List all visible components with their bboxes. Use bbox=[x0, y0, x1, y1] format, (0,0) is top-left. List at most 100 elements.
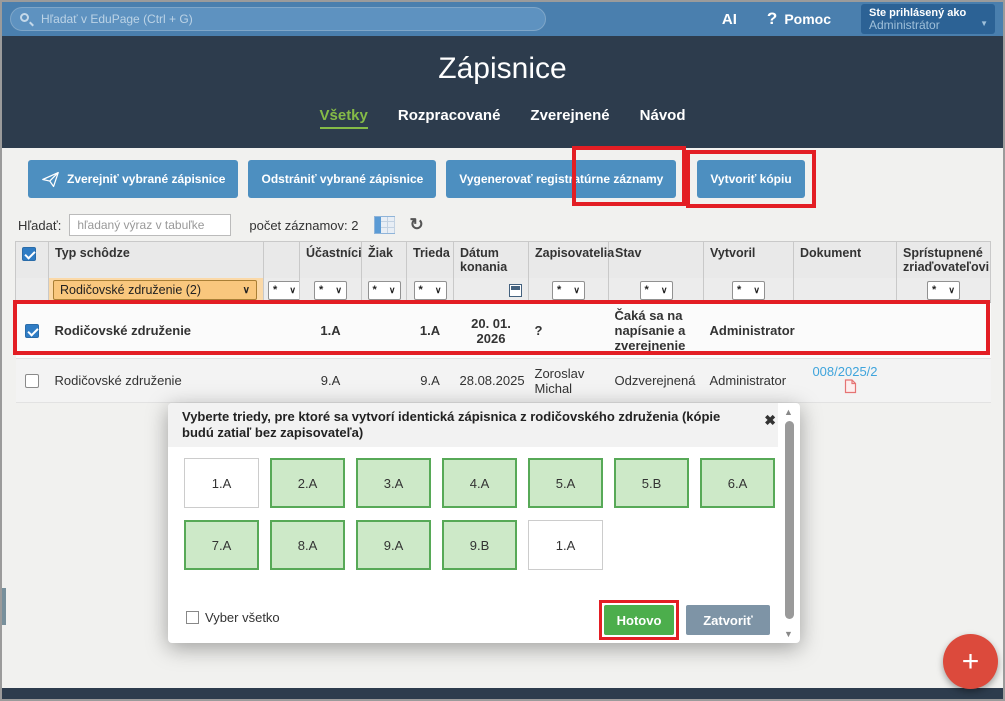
class-button[interactable]: 7.A bbox=[184, 520, 259, 570]
class-button[interactable]: 8.A bbox=[270, 520, 345, 570]
global-search-input[interactable] bbox=[10, 7, 546, 31]
filter-star: * bbox=[273, 284, 277, 296]
refresh-icon[interactable]: ↻ bbox=[409, 216, 423, 234]
col-datum-konania: Dátum konania bbox=[454, 242, 529, 279]
toolbar: Zverejniť vybrané zápisnice Odstrániť vy… bbox=[2, 148, 1003, 210]
table-row[interactable]: Rodičovské združenie 9.A 9.A 28.08.2025 … bbox=[16, 359, 991, 403]
chevron-down-icon: ∨ bbox=[573, 285, 580, 296]
chevron-down-icon: ∨ bbox=[289, 285, 296, 296]
cell-ziak bbox=[362, 359, 407, 403]
filter-select-typ-schodze[interactable]: Rodičovské združenie (2) ∨ bbox=[53, 280, 257, 300]
help-button[interactable]: ? Pomoc bbox=[767, 9, 831, 29]
class-button[interactable]: 4.A bbox=[442, 458, 517, 508]
publish-selected-button[interactable]: Zverejniť vybrané zápisnice bbox=[28, 160, 238, 198]
scroll-down-icon[interactable]: ▼ bbox=[784, 629, 793, 639]
date-filter-icon[interactable] bbox=[509, 284, 522, 297]
cell-spristupnene bbox=[897, 303, 991, 359]
table-search-row: Hľadať: počet záznamov: 2 ↻ bbox=[18, 214, 424, 236]
class-button[interactable]: 3.A bbox=[356, 458, 431, 508]
class-button[interactable]: 9.B bbox=[442, 520, 517, 570]
scrollbar-thumb[interactable] bbox=[785, 421, 794, 619]
table-header-row: Typ schôdze Účastníci Žiak Trieda Dátum … bbox=[16, 242, 991, 279]
close-dialog-button[interactable]: Zatvoriť bbox=[686, 605, 770, 635]
col-empty bbox=[264, 242, 300, 279]
class-button[interactable]: 6.A bbox=[700, 458, 775, 508]
row-checkbox[interactable] bbox=[25, 374, 39, 388]
user-name: Administrátor bbox=[869, 19, 987, 32]
chevron-down-icon: ∨ bbox=[389, 285, 396, 296]
cell-stav: Odzverejnená bbox=[609, 359, 704, 403]
table-row[interactable]: Rodičovské združenie 1.A 1.A 20. 01. 202… bbox=[16, 303, 991, 359]
page-header: Zápisnice Všetky Rozpracované Zverejnené… bbox=[2, 36, 1003, 148]
cell-dokument: 008/2025/2 bbox=[794, 359, 897, 403]
class-button[interactable]: 1.A bbox=[528, 520, 603, 570]
filter-select-ziak[interactable]: * ∨ bbox=[368, 281, 401, 300]
col-trieda: Trieda bbox=[407, 242, 454, 279]
close-icon[interactable]: ✖ bbox=[764, 412, 776, 429]
cell-zapisovatelia: Zoroslav Michal bbox=[529, 359, 609, 403]
dialog-scrollbar[interactable]: ▲ ▼ bbox=[782, 406, 797, 640]
class-button[interactable]: 9.A bbox=[356, 520, 431, 570]
create-copy-button[interactable]: Vytvoriť kópiu bbox=[697, 160, 804, 198]
filter-select-spristupnene[interactable]: * ∨ bbox=[927, 281, 960, 300]
col-vytvoril: Vytvoril bbox=[704, 242, 794, 279]
cell-empty bbox=[264, 303, 300, 359]
record-count: počet záznamov: 2 bbox=[249, 218, 358, 233]
filter-star: * bbox=[557, 284, 561, 296]
search-icon bbox=[20, 13, 29, 22]
col-typ-schodze: Typ schôdze bbox=[49, 242, 264, 279]
delete-selected-button[interactable]: Odstrániť vybrané zápisnice bbox=[248, 160, 436, 198]
pdf-icon[interactable] bbox=[844, 379, 857, 397]
class-button[interactable]: 5.B bbox=[614, 458, 689, 508]
class-grid: 1.A 2.A 3.A 4.A 5.A 5.B 6.A 7.A 8.A 9.A … bbox=[184, 458, 780, 570]
sidebar-handle[interactable] bbox=[2, 588, 6, 625]
class-button[interactable]: 2.A bbox=[270, 458, 345, 508]
class-button[interactable]: 1.A bbox=[184, 458, 259, 508]
generate-records-button[interactable]: Vygenerovať registratúrne záznamy bbox=[446, 160, 676, 198]
cell-datum: 28.08.2025 bbox=[454, 359, 529, 403]
chevron-down-icon: ∨ bbox=[335, 285, 342, 296]
select-all-rows-checkbox[interactable] bbox=[22, 247, 36, 261]
cell-vytvoril: Administrator bbox=[704, 303, 794, 359]
generate-records-label: Vygenerovať registratúrne záznamy bbox=[459, 172, 663, 186]
ai-button[interactable]: AI bbox=[722, 11, 737, 28]
cell-stav: Čaká sa na napísanie a zverejnenie bbox=[609, 303, 704, 359]
scroll-up-icon[interactable]: ▲ bbox=[784, 407, 793, 417]
chevron-down-icon: ∨ bbox=[753, 285, 760, 296]
class-button[interactable]: 5.A bbox=[528, 458, 603, 508]
filter-star: * bbox=[319, 284, 323, 296]
global-search bbox=[10, 7, 546, 31]
add-button[interactable]: + bbox=[943, 634, 998, 689]
done-button[interactable]: Hotovo bbox=[604, 605, 674, 635]
filter-select-zapisovatelia[interactable]: * ∨ bbox=[552, 281, 585, 300]
col-spristupnene: Sprístupnené zriaďovateľovi bbox=[897, 242, 991, 279]
user-menu[interactable]: Ste prihlásený ako Administrátor ▼ bbox=[861, 4, 995, 34]
tab-bar: Všetky Rozpracované Zverejnené Návod bbox=[2, 107, 1003, 129]
select-all-classes: Vyber všetko bbox=[186, 610, 280, 625]
cell-trieda: 9.A bbox=[407, 359, 454, 403]
tab-zverejnene[interactable]: Zverejnené bbox=[530, 107, 609, 129]
table-search-input[interactable] bbox=[69, 214, 231, 236]
filter-select-vytvoril[interactable]: * ∨ bbox=[732, 281, 765, 300]
delete-selected-label: Odstrániť vybrané zápisnice bbox=[261, 172, 423, 186]
cell-dokument bbox=[794, 303, 897, 359]
cell-ziak bbox=[362, 303, 407, 359]
cell-typ: Rodičovské združenie bbox=[49, 359, 264, 403]
columns-icon[interactable] bbox=[374, 216, 395, 234]
tab-rozpracovane[interactable]: Rozpracované bbox=[398, 107, 501, 129]
filter-select-trieda[interactable]: * ∨ bbox=[414, 281, 447, 300]
cell-ucastnici: 1.A bbox=[300, 303, 362, 359]
col-dokument: Dokument bbox=[794, 242, 897, 279]
document-link[interactable]: 008/2025/2 bbox=[812, 364, 877, 379]
help-label: Pomoc bbox=[784, 11, 831, 27]
cell-datum: 20. 01. 2026 bbox=[454, 303, 529, 359]
select-all-checkbox[interactable] bbox=[186, 611, 199, 624]
filter-select-empty[interactable]: * ∨ bbox=[268, 281, 301, 300]
topbar-right: AI ? Pomoc Ste prihlásený ako Administrá… bbox=[722, 4, 995, 34]
tab-vsetky[interactable]: Všetky bbox=[320, 107, 368, 129]
filter-select-stav[interactable]: * ∨ bbox=[640, 281, 673, 300]
filter-select-ucastnici[interactable]: * ∨ bbox=[314, 281, 347, 300]
row-checkbox[interactable] bbox=[25, 324, 39, 338]
tab-navod[interactable]: Návod bbox=[640, 107, 686, 129]
cell-empty bbox=[264, 359, 300, 403]
